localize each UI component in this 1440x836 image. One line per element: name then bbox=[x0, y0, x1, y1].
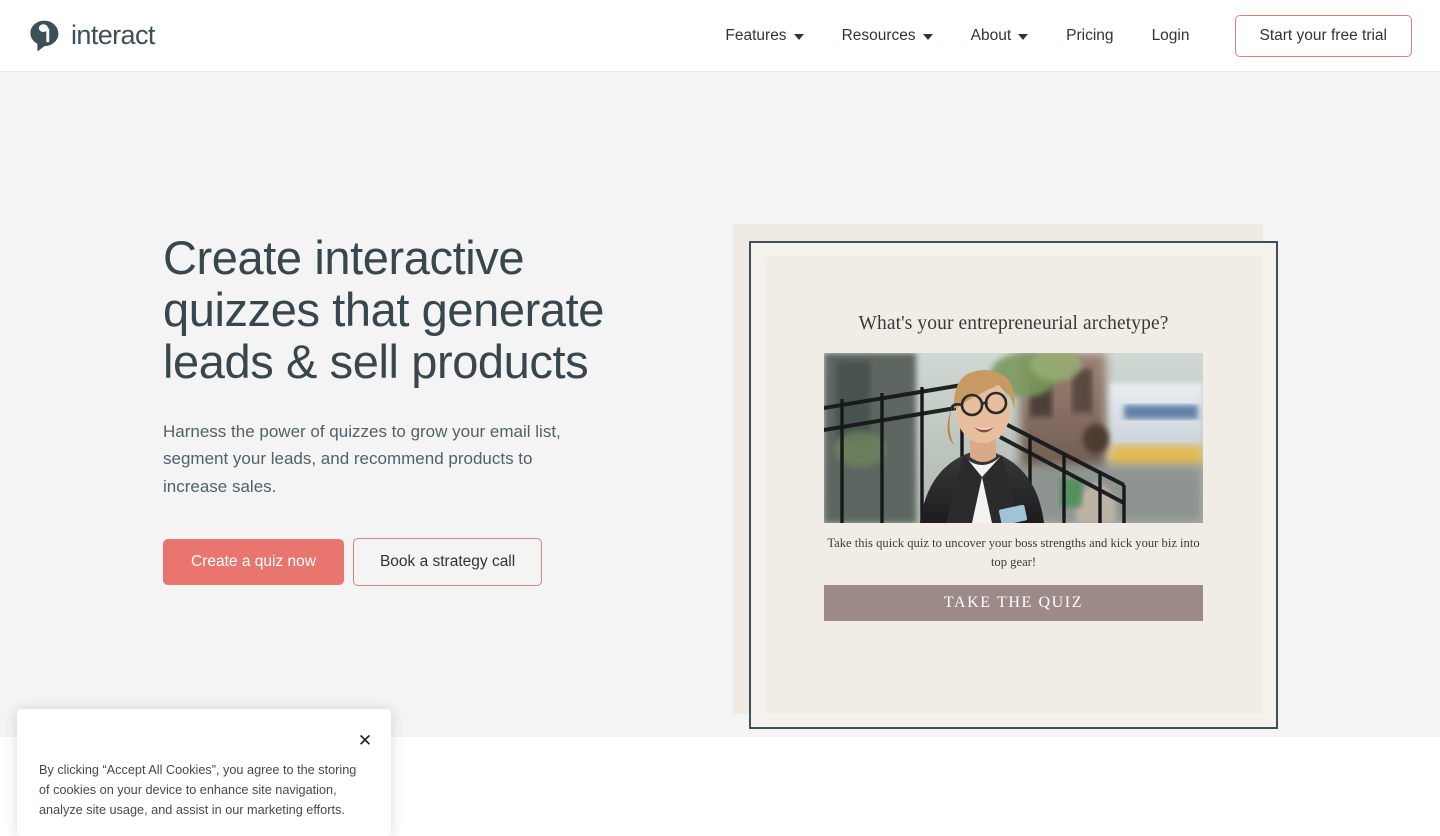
create-a-quiz-now-button[interactable]: Create a quiz now bbox=[163, 539, 344, 586]
quiz-card: What's your entrepreneurial archetype? T… bbox=[765, 257, 1262, 713]
hero-actions: Create a quiz now Book a strategy call bbox=[163, 538, 683, 587]
take-the-quiz-button[interactable]: TAKE THE QUIZ bbox=[824, 584, 1203, 621]
nav-item-label: Resources bbox=[841, 26, 916, 44]
nav-item-about[interactable]: About bbox=[952, 17, 1048, 55]
hero-subtitle: Harness the power of quizzes to grow you… bbox=[163, 421, 561, 496]
quiz-description: Take this quick quiz to uncover your bos… bbox=[827, 536, 1200, 569]
chevron-down-icon bbox=[922, 33, 933, 40]
nav-item-pricing[interactable]: Pricing bbox=[1047, 17, 1132, 55]
brand-name: interact bbox=[71, 20, 155, 50]
start-free-trial-button[interactable]: Start your free trial bbox=[1234, 14, 1412, 57]
chevron-down-icon bbox=[793, 33, 804, 40]
chevron-down-icon bbox=[1018, 33, 1029, 40]
nav-item-label: About bbox=[970, 26, 1012, 44]
quiz-photo bbox=[824, 353, 1203, 523]
nav-item-label: Features bbox=[725, 26, 787, 44]
quiz-frame: What's your entrepreneurial archetype? T… bbox=[749, 241, 1278, 729]
nav-item-label: Login bbox=[1151, 26, 1190, 44]
page-title: Create interactive quizzes that generate… bbox=[163, 231, 605, 388]
site-header: interact Features Resources About Pricin… bbox=[0, 0, 1440, 72]
nav-item-login[interactable]: Login bbox=[1133, 17, 1209, 55]
quiz-title: What's your entrepreneurial archetype? bbox=[858, 313, 1169, 334]
quiz-preview: What's your entrepreneurial archetype? T… bbox=[733, 224, 1278, 729]
nav-item-label: Pricing bbox=[1066, 26, 1114, 44]
nav-item-resources[interactable]: Resources bbox=[823, 17, 952, 55]
cookie-consent-banner: ✕ By clicking “Accept All Cookies”, you … bbox=[17, 709, 391, 836]
book-a-strategy-call-button[interactable]: Book a strategy call bbox=[352, 538, 543, 587]
interact-speech-bubble-logo-icon bbox=[28, 19, 62, 53]
nav-item-features[interactable]: Features bbox=[706, 17, 822, 55]
close-icon[interactable]: ✕ bbox=[355, 730, 375, 750]
primary-navigation: Features Resources About Pricing Login S… bbox=[706, 14, 1412, 57]
brand-logo[interactable]: interact bbox=[28, 19, 155, 53]
hero-copy: Create interactive quizzes that generate… bbox=[163, 231, 683, 587]
hero-section: Create interactive quizzes that generate… bbox=[0, 72, 1440, 737]
cookie-consent-message: By clicking “Accept All Cookies”, you ag… bbox=[39, 763, 357, 818]
